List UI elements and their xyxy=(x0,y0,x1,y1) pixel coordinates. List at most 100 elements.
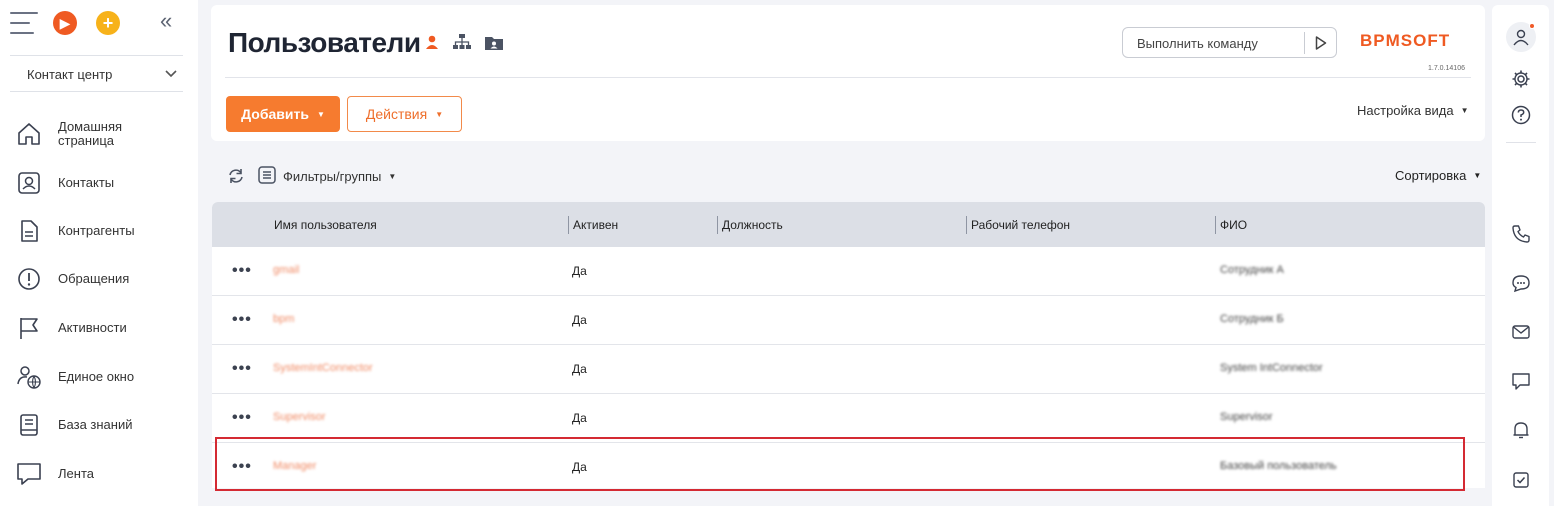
user-icon[interactable] xyxy=(425,35,439,52)
actions-button[interactable]: Действия ▼ xyxy=(347,96,462,132)
cell-username[interactable]: bpm xyxy=(273,313,294,325)
refresh-icon[interactable] xyxy=(226,166,246,186)
command-input[interactable] xyxy=(1137,34,1297,52)
sorting-label: Сортировка xyxy=(1395,168,1467,183)
column-header-full-name[interactable]: ФИО xyxy=(1215,216,1247,234)
plus-icon[interactable]: + xyxy=(96,11,120,35)
alert-circle-icon xyxy=(16,266,42,292)
row-actions-icon[interactable]: ••• xyxy=(232,361,252,377)
play-icon[interactable]: ▶ xyxy=(53,11,77,35)
filters-groups-button[interactable]: Фильтры/группы ▼ xyxy=(258,165,397,187)
sidebar-item-label: База знаний xyxy=(58,417,133,432)
run-command-icon[interactable] xyxy=(1304,32,1336,54)
cell-active: Да xyxy=(572,264,587,278)
mail-icon[interactable] xyxy=(1506,317,1536,347)
sidebar-item-knowledge-base[interactable]: База знаний xyxy=(0,403,198,447)
cell-username[interactable]: SystemIntConnector xyxy=(273,362,373,374)
sidebar: ▶ + « Контакт центр Домашняя страница Ко… xyxy=(0,0,198,506)
document-icon xyxy=(16,218,42,244)
header-divider xyxy=(225,77,1471,78)
contact-card-icon xyxy=(16,170,42,196)
column-header-active[interactable]: Активен xyxy=(568,216,618,234)
sidebar-top: ▶ + « xyxy=(0,0,198,48)
help-icon[interactable] xyxy=(1506,100,1536,130)
caret-down-icon: ▼ xyxy=(1473,171,1482,180)
task-check-icon[interactable] xyxy=(1506,465,1536,495)
add-button-label: Добавить xyxy=(241,106,309,122)
home-icon xyxy=(16,121,42,147)
sidebar-item-single-window[interactable]: Единое окно xyxy=(0,355,198,399)
caret-down-icon: ▼ xyxy=(388,171,397,181)
sidebar-item-label: Обращения xyxy=(58,271,130,286)
book-icon xyxy=(16,412,42,438)
view-settings-button[interactable]: Настройка вида ▼ xyxy=(1357,103,1469,118)
chat-icon[interactable] xyxy=(1506,268,1536,298)
actions-button-label: Действия xyxy=(365,106,428,122)
column-header-username[interactable]: Имя пользователя xyxy=(270,216,377,234)
cell-full-name: Сотрудник А xyxy=(1220,264,1284,276)
notification-dot xyxy=(1529,23,1535,29)
version-label: 1.7.0.14106 xyxy=(1428,65,1465,72)
rail-divider xyxy=(1506,142,1536,143)
row-highlight-frame xyxy=(215,437,1465,491)
table-row[interactable]: ••• SystemIntConnector Да System IntConn… xyxy=(212,345,1485,394)
page-header: Пользователи BPMSOFT 1.7.0.14106 Добавит… xyxy=(211,5,1485,141)
add-button[interactable]: Добавить ▼ xyxy=(226,96,340,132)
folder-user-icon[interactable] xyxy=(485,35,503,53)
cell-username[interactable]: gmail xyxy=(273,264,299,276)
row-actions-icon[interactable]: ••• xyxy=(232,410,252,426)
comment-icon[interactable] xyxy=(1506,366,1536,396)
sorting-button[interactable]: Сортировка ▼ xyxy=(1395,168,1481,183)
brand-logo: BPMSOFT xyxy=(1360,31,1451,50)
sidebar-divider xyxy=(10,91,183,92)
cell-full-name: Сотрудник Б xyxy=(1220,313,1284,325)
grid-toolbar: Фильтры/группы ▼ xyxy=(226,164,396,188)
cell-full-name: System IntConnector xyxy=(1220,362,1323,374)
table-row[interactable]: ••• bpm Да Сотрудник Б xyxy=(212,296,1485,345)
caret-down-icon: ▼ xyxy=(316,109,325,119)
chevron-down-icon xyxy=(165,67,177,81)
phone-icon[interactable] xyxy=(1506,219,1536,249)
sidebar-item-label: Домашняя страница xyxy=(58,119,123,148)
sidebar-item-accounts[interactable]: Контрагенты xyxy=(0,209,198,253)
org-structure-icon[interactable] xyxy=(453,34,471,53)
sidebar-item-activities[interactable]: Активности xyxy=(0,306,198,350)
cell-active: Да xyxy=(572,313,587,327)
collapse-sidebar-icon[interactable]: « xyxy=(160,10,172,32)
filter-list-icon xyxy=(258,165,276,187)
caret-down-icon: ▼ xyxy=(1460,106,1469,115)
workplace-select[interactable]: Контакт центр xyxy=(10,57,183,91)
column-header-work-phone[interactable]: Рабочий телефон xyxy=(966,216,1070,234)
row-actions-icon[interactable]: ••• xyxy=(232,263,252,279)
sidebar-item-label: Контрагенты xyxy=(58,223,135,238)
page-title: Пользователи xyxy=(228,27,421,58)
profile-icon[interactable] xyxy=(1506,22,1536,52)
title-icons xyxy=(425,34,503,53)
chat-bubble-icon xyxy=(16,461,42,487)
caret-down-icon: ▼ xyxy=(435,109,444,119)
sidebar-divider xyxy=(10,55,183,56)
bell-icon[interactable] xyxy=(1506,415,1536,445)
view-settings-label: Настройка вида xyxy=(1357,103,1454,118)
column-header-position[interactable]: Должность xyxy=(717,216,783,234)
sidebar-item-contacts[interactable]: Контакты xyxy=(0,161,198,205)
menu-icon[interactable] xyxy=(10,12,38,34)
table-row[interactable]: ••• Supervisor Да Supervisor xyxy=(212,394,1485,443)
sidebar-item-label: Единое окно xyxy=(58,369,135,384)
sidebar-item-label: Контакты xyxy=(58,175,115,190)
sidebar-item-feed[interactable]: Лента xyxy=(0,452,198,496)
row-actions-icon[interactable]: ••• xyxy=(232,312,252,328)
sidebar-item-home[interactable]: Домашняя страница xyxy=(0,112,198,156)
filters-label: Фильтры/группы xyxy=(283,168,382,184)
flag-icon xyxy=(16,315,42,341)
sidebar-item-label: Активности xyxy=(58,320,127,335)
right-panel xyxy=(1492,5,1549,506)
cell-active: Да xyxy=(572,362,587,376)
cell-active: Да xyxy=(572,411,587,425)
sidebar-item-cases[interactable]: Обращения xyxy=(0,257,198,301)
cell-username[interactable]: Supervisor xyxy=(273,411,326,423)
workplace-label: Контакт центр xyxy=(27,66,113,82)
gear-icon[interactable] xyxy=(1506,64,1536,94)
table-row[interactable]: ••• gmail Да Сотрудник А xyxy=(212,247,1485,296)
cell-full-name: Supervisor xyxy=(1220,411,1273,423)
